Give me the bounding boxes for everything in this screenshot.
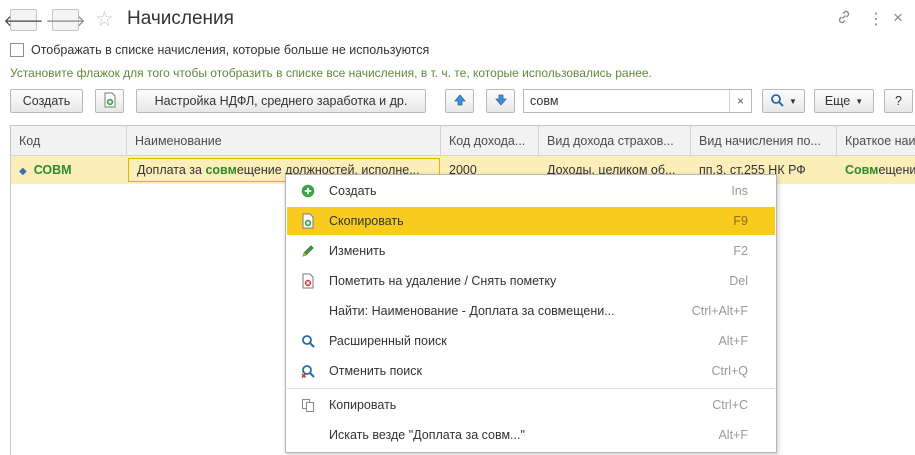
name-match-highlight: совм — [205, 163, 237, 177]
clear-icon: × — [736, 94, 744, 108]
forward-button[interactable]: 🡒 — [45, 9, 86, 31]
menu-item-label: Скопировать — [329, 214, 404, 228]
pencil-icon — [287, 244, 329, 258]
column-header-insurance-income[interactable]: Вид дохода страхов... — [539, 126, 691, 156]
dropdown-caret-icon: ▼ — [855, 96, 864, 106]
menu-item-label: Пометить на удаление / Снять пометку — [329, 274, 557, 288]
menu-item-copy[interactable]: Копировать Ctrl+C — [287, 391, 775, 419]
menu-item-shortcut: Ctrl+C — [712, 398, 748, 412]
column-header-income-code[interactable]: Код дохода... — [441, 126, 539, 156]
link-icon[interactable] — [836, 9, 852, 30]
column-header-accrual-type[interactable]: Вид начисления по... — [691, 126, 837, 156]
menu-item-shortcut: Ctrl+Q — [711, 364, 748, 378]
copy-doc-icon — [287, 213, 329, 229]
column-header-short-name[interactable]: Краткое наи — [837, 126, 915, 156]
show-unused-checkbox[interactable] — [10, 43, 24, 57]
help-button[interactable]: ? — [884, 89, 913, 113]
short-match-highlight: Совм — [845, 163, 879, 177]
cell-short-name[interactable]: Совмещени... — [837, 156, 915, 184]
item-marker-icon: ◆ — [19, 166, 27, 177]
menu-item-label: Создать — [329, 184, 377, 198]
page-title: Начисления — [127, 8, 234, 29]
menu-item-cancel-search[interactable]: Отменить поиск Ctrl+Q — [287, 357, 775, 385]
more-vertical-icon[interactable]: ⋮ — [868, 9, 884, 29]
plus-circle-icon — [287, 184, 329, 198]
search-value: совм — [530, 94, 559, 108]
ndfl-settings-button[interactable]: Настройка НДФЛ, среднего заработка и др. — [136, 89, 426, 113]
clipboard-copy-icon — [287, 398, 329, 412]
menu-item-shortcut: Alt+F — [718, 334, 748, 348]
toolbar: Создать Настройка НДФЛ, среднего заработ… — [0, 89, 915, 115]
arrow-right-icon: 🡒 — [45, 12, 86, 30]
search-input[interactable]: совм × — [523, 89, 752, 113]
filter-hint: Установите флажок для того чтобы отобраз… — [10, 66, 652, 80]
advanced-search-icon — [287, 334, 329, 348]
more-button[interactable]: Еще ▼ — [814, 89, 874, 113]
menu-item-advanced-search[interactable]: Расширенный поиск Alt+F — [287, 327, 775, 355]
title-bar: 🡐 🡒 ☆ Начисления ⋮ × — [0, 0, 915, 40]
menu-item-search-everywhere[interactable]: Искать везде "Доплата за совм..." Alt+F — [287, 421, 775, 449]
menu-item-label: Изменить — [329, 244, 386, 258]
move-up-button[interactable] — [445, 89, 474, 113]
menu-item-shortcut: Del — [729, 274, 748, 288]
menu-item-shortcut: F2 — [733, 244, 748, 258]
menu-item-find-by-name[interactable]: Найти: Наименование - Доплата за совмеще… — [287, 297, 775, 325]
menu-item-label: Найти: Наименование - Доплата за совмеще… — [329, 304, 615, 318]
cell-code[interactable]: ◆ СОВМ — [11, 156, 127, 184]
column-header-code[interactable]: Код — [11, 126, 127, 156]
show-unused-label: Отображать в списке начисления, которые … — [31, 43, 430, 57]
clear-search-button[interactable]: × — [729, 90, 751, 112]
create-button[interactable]: Создать — [10, 89, 83, 113]
column-header-name[interactable]: Наименование — [127, 126, 441, 156]
show-unused-filter[interactable]: Отображать в списке начисления, которые … — [10, 43, 429, 57]
menu-item-mark-delete[interactable]: Пометить на удаление / Снять пометку Del — [287, 267, 775, 295]
menu-item-shortcut: F9 — [733, 214, 748, 228]
context-menu: Создать Ins Скопировать F9 Изменить F2 П… — [285, 174, 777, 453]
back-button[interactable]: 🡐 — [3, 9, 44, 31]
copy-doc-icon — [103, 92, 117, 111]
favorite-star-icon[interactable]: ☆ — [95, 7, 114, 32]
menu-separator — [287, 388, 775, 389]
more-label: Еще — [824, 94, 851, 108]
name-part: Доплата за — [137, 163, 206, 177]
menu-item-label: Расширенный поиск — [329, 334, 447, 348]
delete-mark-icon — [287, 273, 329, 289]
menu-item-edit[interactable]: Изменить F2 — [287, 237, 775, 265]
menu-item-shortcut: Alt+F — [718, 428, 748, 442]
arrow-down-icon — [494, 93, 508, 110]
menu-item-label: Отменить поиск — [329, 364, 423, 378]
menu-item-label: Искать везде "Доплата за совм..." — [329, 428, 525, 442]
menu-item-shortcut: Ins — [731, 184, 748, 198]
search-icon — [770, 93, 784, 110]
close-icon[interactable]: × — [893, 8, 903, 28]
menu-item-create[interactable]: Создать Ins — [287, 177, 775, 205]
menu-item-shortcut: Ctrl+Alt+F — [691, 304, 748, 318]
arrow-left-icon: 🡐 — [3, 12, 44, 30]
menu-item-duplicate[interactable]: Скопировать F9 — [287, 207, 775, 235]
move-down-button[interactable] — [486, 89, 515, 113]
short-name-part: ещени... — [878, 163, 915, 177]
dropdown-caret-icon: ▼ — [789, 96, 797, 106]
menu-item-label: Копировать — [329, 398, 397, 412]
table-header: Код Наименование Код дохода... Вид доход… — [11, 126, 915, 156]
copy-button[interactable] — [95, 89, 124, 113]
arrow-up-icon — [453, 93, 467, 110]
search-options-button[interactable]: ▼ — [762, 89, 805, 113]
cancel-search-icon — [287, 364, 329, 378]
code-value: СОВМ — [33, 163, 72, 177]
